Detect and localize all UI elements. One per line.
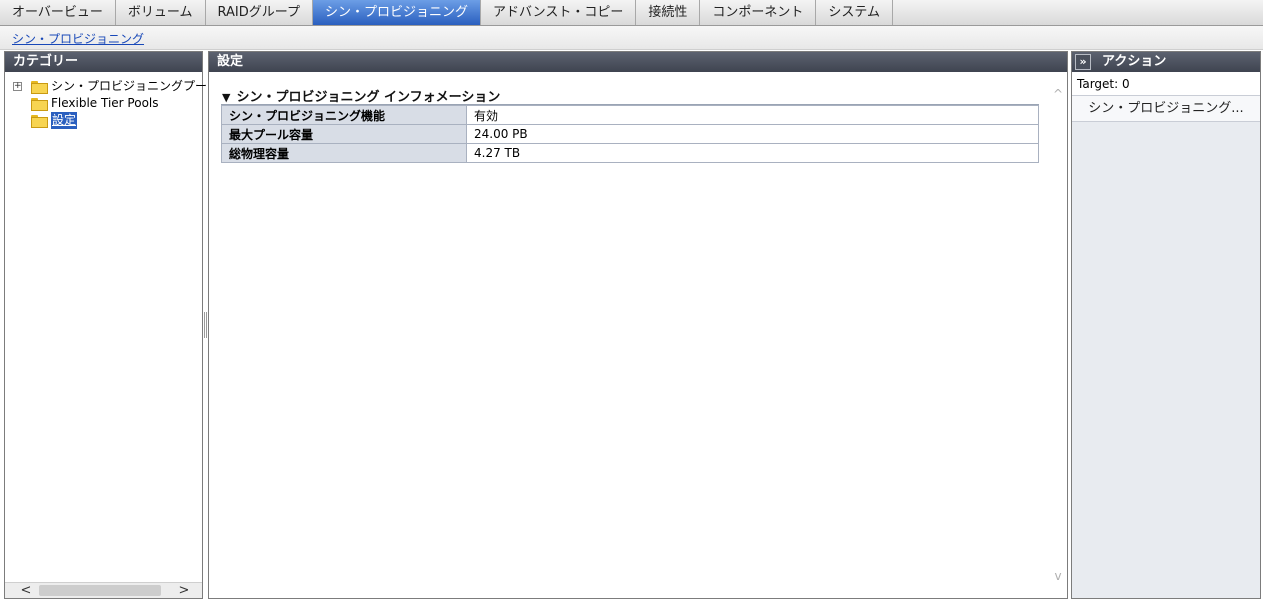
row-key: 総物理容量 [221, 143, 467, 163]
scroll-down-icon[interactable]: v [1051, 570, 1065, 582]
panel-splitter-handle[interactable] [204, 312, 207, 338]
section-title: シン・プロビジョニング インフォメーション [236, 90, 501, 105]
target-value: 0 [1122, 77, 1130, 91]
action-panel: » アクション Target: 0 シン・プロビジョニング... [1071, 51, 1261, 599]
tree-item-thin-provisioning-pools[interactable]: + シン・プロビジョニングプー [5, 78, 207, 95]
breadcrumb-link[interactable]: シン・プロビジョニング [12, 30, 144, 47]
tree-item-flexible-tier-pools[interactable]: Flexible Tier Pools [5, 95, 202, 112]
scroll-left-icon[interactable]: < [17, 583, 35, 599]
tree-item-label[interactable]: 設定 [51, 112, 78, 129]
scroll-up-icon[interactable]: ^ [1051, 88, 1065, 100]
tab-system[interactable]: システム [816, 0, 894, 25]
folder-icon [31, 115, 48, 128]
tab-advanced-copy[interactable]: アドバンスト・コピー [481, 0, 637, 25]
tree-item-settings[interactable]: 設定 [5, 112, 202, 129]
table-row: 最大プール容量 24.00 PB [221, 124, 1039, 144]
horizontal-scrollbar[interactable]: < > [5, 582, 202, 598]
thin-provisioning-action-button[interactable]: シン・プロビジョニング... [1072, 96, 1260, 122]
tree-item-label[interactable]: Flexible Tier Pools [51, 95, 159, 112]
tab-thin-provisioning[interactable]: シン・プロビジョニング [312, 0, 481, 25]
settings-panel: 設定 ▼ シン・プロビジョニング インフォメーション シン・プロビジョニング機能 … [208, 51, 1068, 599]
section-header[interactable]: ▼ シン・プロビジョニング インフォメーション [222, 86, 500, 105]
category-panel-title: カテゴリー [5, 52, 202, 72]
settings-panel-title: 設定 [209, 52, 1067, 72]
collapse-panel-icon[interactable]: » [1075, 54, 1091, 70]
tab-overview[interactable]: オーバービュー [0, 0, 116, 25]
tab-raid-group[interactable]: RAIDグループ [206, 0, 313, 25]
folder-icon [31, 81, 48, 94]
target-count: Target: 0 [1072, 72, 1260, 96]
top-tab-bar: オーバービュー ボリューム RAIDグループ シン・プロビジョニング アドバンス… [0, 0, 1263, 26]
category-panel: カテゴリー + シン・プロビジョニングプー Flexible Tier Pool… [4, 51, 207, 599]
tree-item-label[interactable]: シン・プロビジョニングプー [51, 78, 207, 95]
row-value: 4.27 TB [466, 143, 1039, 163]
table-row: シン・プロビジョニング機能 有効 [221, 105, 1039, 125]
category-tree: + シン・プロビジョニングプー Flexible Tier Pools 設定 [5, 72, 207, 129]
scrollbar-thumb[interactable] [39, 585, 161, 596]
tab-volume[interactable]: ボリューム [116, 0, 206, 25]
action-panel-header: » アクション [1072, 52, 1260, 72]
scroll-right-icon[interactable]: > [175, 583, 193, 599]
action-panel-title: アクション [1102, 54, 1167, 69]
collapse-triangle-icon[interactable]: ▼ [222, 91, 230, 104]
tab-connectivity[interactable]: 接続性 [636, 0, 701, 25]
info-table: シン・プロビジョニング機能 有効 最大プール容量 24.00 PB 総物理容量 … [221, 105, 1039, 163]
tab-component[interactable]: コンポーネント [700, 0, 817, 25]
row-key: 最大プール容量 [221, 124, 467, 144]
row-value: 有効 [466, 105, 1039, 125]
target-label: Target: [1077, 77, 1119, 91]
table-row: 総物理容量 4.27 TB [221, 143, 1039, 163]
folder-icon [31, 98, 48, 111]
row-value: 24.00 PB [466, 124, 1039, 144]
breadcrumb-bar: シン・プロビジョニング [0, 26, 1263, 50]
expand-icon[interactable]: + [13, 82, 22, 91]
row-key: シン・プロビジョニング機能 [221, 105, 467, 125]
